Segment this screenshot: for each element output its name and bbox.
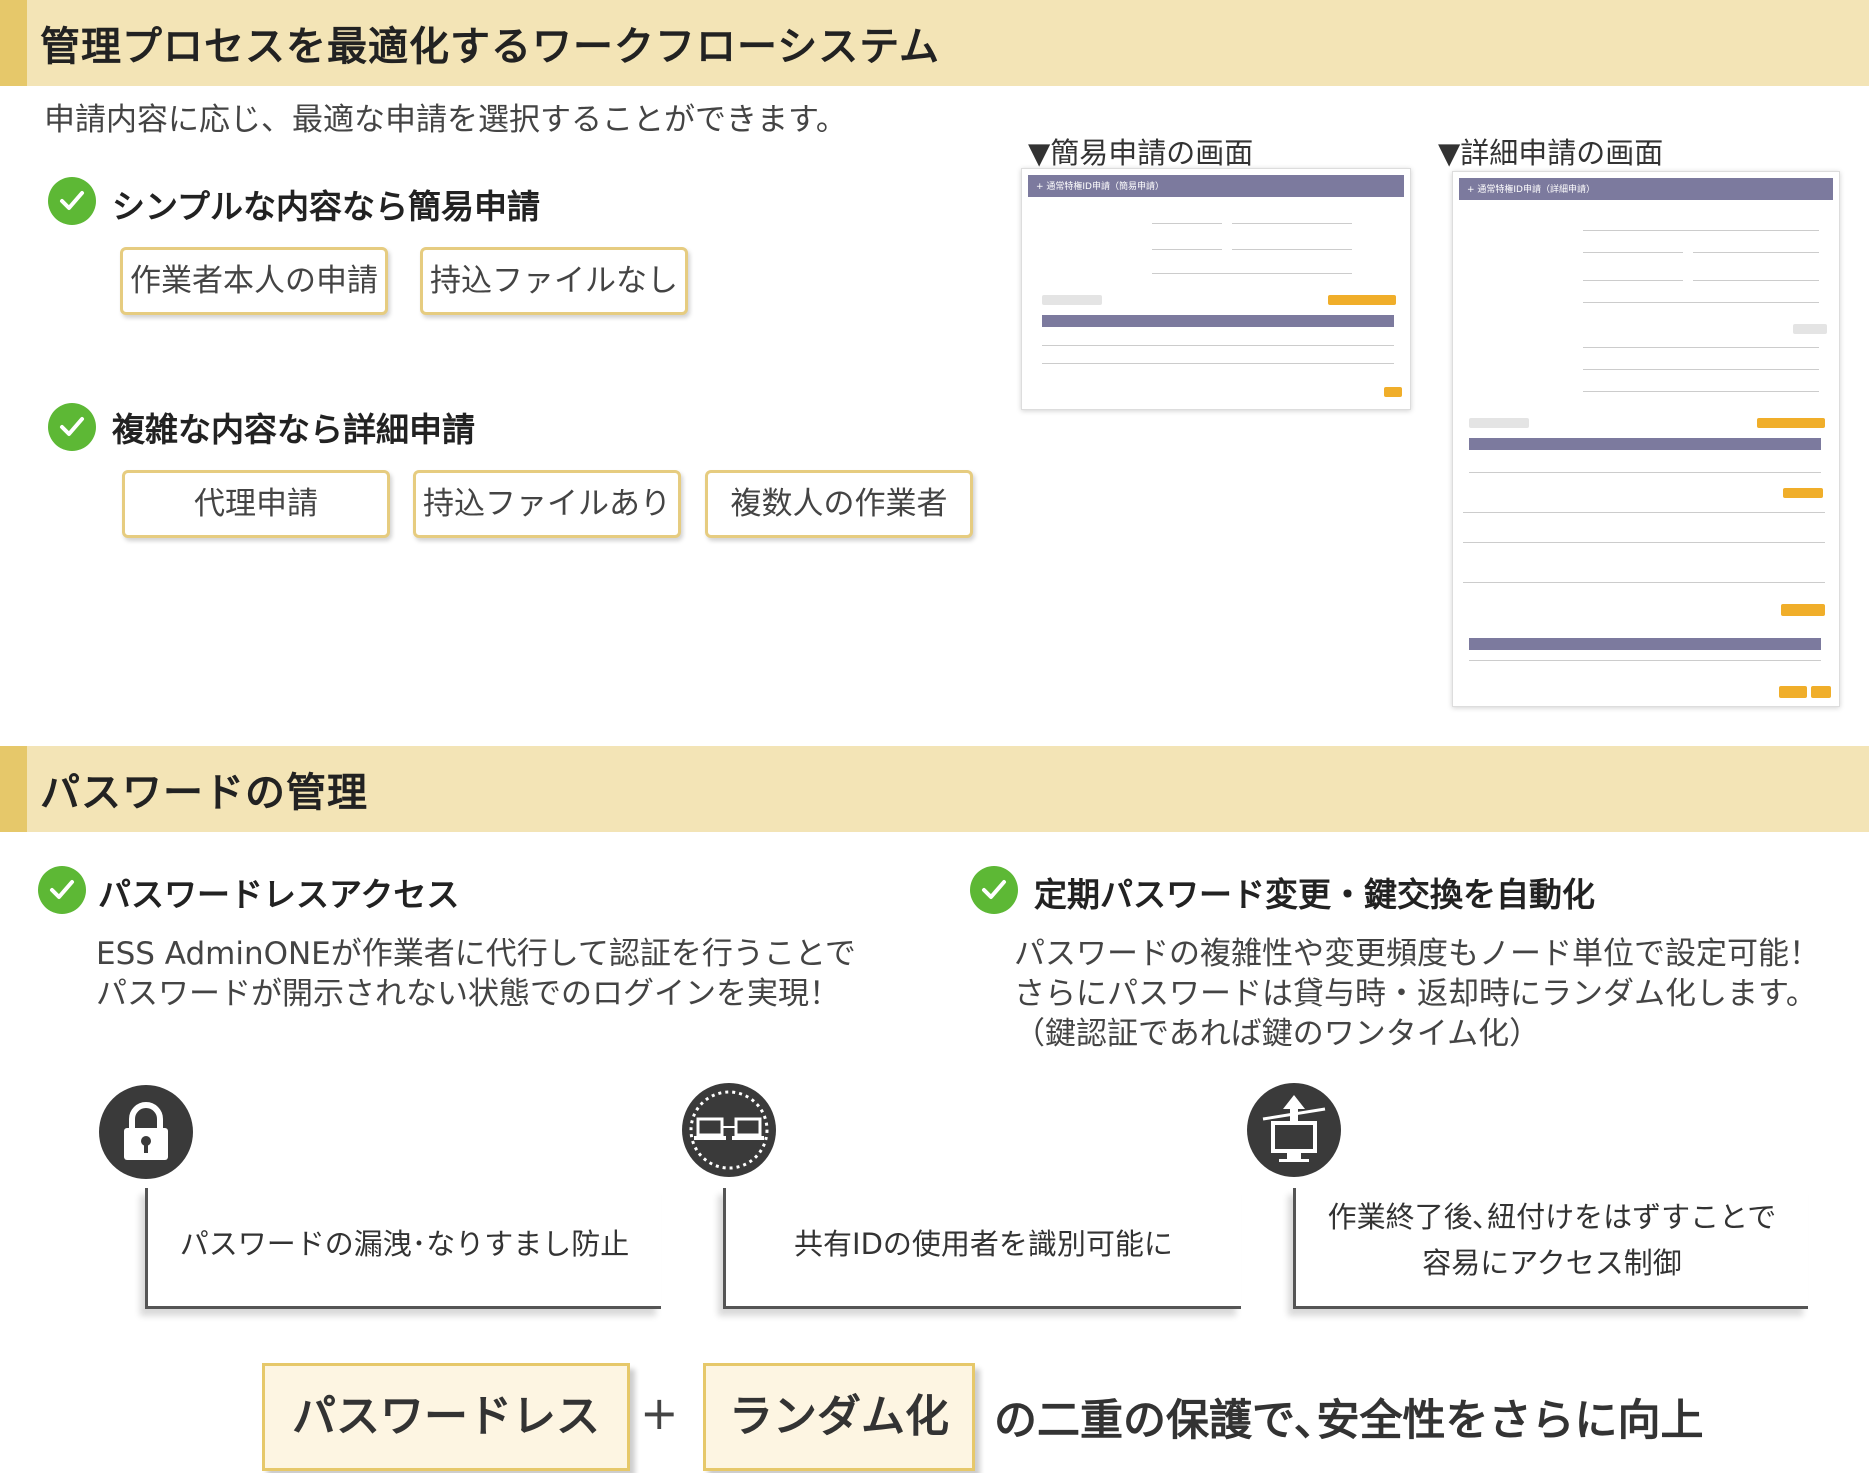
double-protection-text: の二重の保護で､安全性をさらに向上 (994, 1396, 1704, 1446)
simple-screen-caption: ▼簡易申請の画面 (1028, 136, 1254, 170)
section-title: 管理プロセスを最適化するワークフローシステム (40, 24, 940, 70)
simple-application-heading: シンプルな内容なら簡易申請 (112, 187, 541, 226)
check-icon (38, 866, 86, 914)
feature-text: 容易にアクセス制御 (1422, 1246, 1682, 1280)
monitor-upload-icon (1247, 1083, 1341, 1177)
feature-text: 共有IDの使用者を識別可能に (794, 1227, 1173, 1261)
section-intro: 申請内容に応じ、最適な申請を選択することができます。 (44, 102, 847, 138)
detail-application-heading: 複雑な内容なら詳細申請 (112, 410, 475, 449)
simple-application-screenshot: + 通常特権ID申請（簡易申請） (1021, 168, 1411, 410)
lock-icon (99, 1085, 193, 1179)
passwordless-line-2: パスワードが開示されない状態でのログインを実現！ (96, 976, 840, 1012)
section-header-workflow: 管理プロセスを最適化するワークフローシステム (0, 0, 1869, 86)
passwordless-line-1: ESS AdminONEが作業者に代行して認証を行うことで (96, 936, 856, 972)
rotation-line-1: パスワードの複雑性や変更頻度もノード単位で設定可能！ (1014, 936, 1820, 972)
feature-card-leak-prevention: パスワードの漏洩･なりすまし防止 (145, 1188, 661, 1309)
tag-own-application: 作業者本人の申請 (120, 247, 388, 315)
passwordless-box: パスワードレス (262, 1363, 630, 1471)
tag-multiple-workers: 複数人の作業者 (705, 470, 973, 538)
check-icon (48, 177, 96, 225)
rotation-line-2: さらにパスワードは貸与時・返却時にランダム化します。 (1014, 976, 1817, 1012)
network-icon (682, 1083, 776, 1177)
randomize-box: ランダム化 (703, 1363, 975, 1471)
section-accent (0, 746, 27, 832)
section-accent (0, 0, 27, 86)
screen-header-title: + 通常特権ID申請（簡易申請） (1036, 182, 1164, 192)
feature-card-identify-user: 共有IDの使用者を識別可能に (723, 1188, 1241, 1309)
feature-card-access-control: 作業終了後､紐付けをはずすことで 容易にアクセス制御 (1293, 1188, 1808, 1309)
plus-sign: + (640, 1386, 679, 1440)
detail-application-screenshot: + 通常特権ID申請（詳細申請） (1452, 171, 1840, 707)
detail-screen-caption: ▼詳細申請の画面 (1438, 136, 1664, 170)
tag-no-file: 持込ファイルなし (420, 247, 688, 315)
feature-text: 作業終了後､紐付けをはずすことで (1327, 1200, 1777, 1234)
tag-proxy-application: 代理申請 (122, 470, 390, 538)
rotation-heading: 定期パスワード変更・鍵交換を自動化 (1034, 875, 1595, 914)
tag-with-file: 持込ファイルあり (413, 470, 681, 538)
passwordless-heading: パスワードレスアクセス (98, 875, 460, 914)
screen-header-title: + 通常特権ID申請（詳細申請） (1467, 185, 1595, 195)
check-icon (48, 403, 96, 451)
feature-text: パスワードの漏洩･なりすまし防止 (179, 1227, 630, 1261)
rotation-line-3: （鍵認証であれば鍵のワンタイム化） (1014, 1016, 1541, 1052)
section-title: パスワードの管理 (40, 770, 368, 816)
check-icon (970, 866, 1018, 914)
section-header-password: パスワードの管理 (0, 746, 1869, 832)
